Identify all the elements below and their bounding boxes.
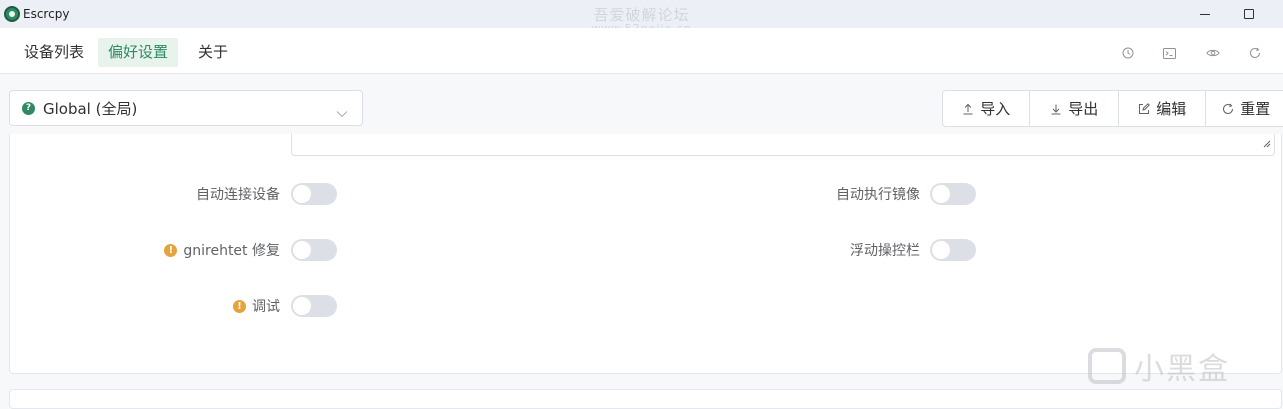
setting-label: 自动执行镜像	[836, 187, 920, 203]
app-logo-icon	[4, 6, 20, 22]
floating-control-bar-switch[interactable]	[930, 239, 976, 261]
window-title: Escrcpy	[23, 7, 70, 21]
setting-label: 自动连接设备	[196, 187, 280, 203]
preset-actions: 导入 导出 编辑 重置	[942, 90, 1283, 127]
warning-icon[interactable]: !	[233, 299, 246, 313]
maximize-button[interactable]	[1226, 0, 1272, 28]
tab-preferences[interactable]: 偏好设置	[98, 38, 179, 67]
reset-label: 重置	[1240, 100, 1271, 118]
eye-icon[interactable]	[1206, 46, 1220, 60]
reset-button[interactable]: 重置	[1206, 91, 1283, 126]
preset-select[interactable]: ? Global (全局)	[9, 90, 363, 126]
import-label: 导入	[980, 100, 1011, 118]
brand-watermark: 小黑盒	[1088, 346, 1230, 387]
minimize-icon	[1200, 13, 1210, 15]
export-label: 导出	[1068, 100, 1099, 118]
edit-label: 编辑	[1156, 100, 1187, 118]
setting-label: 浮动操控栏	[850, 243, 920, 259]
settings-card-next	[9, 389, 1282, 409]
warning-icon[interactable]: !	[164, 243, 178, 257]
preset-value: Global (全局)	[43, 99, 138, 118]
refresh-icon	[1222, 103, 1234, 115]
maximize-icon	[1244, 9, 1254, 19]
chevron-down-icon	[336, 103, 348, 122]
text-area[interactable]	[291, 134, 1275, 156]
terminal-icon[interactable]	[1162, 46, 1176, 60]
auto-mirror-switch[interactable]	[930, 183, 976, 205]
upload-icon	[962, 103, 974, 115]
setting-label: ! 调试	[110, 294, 280, 318]
nav-bar: 设备列表 偏好设置 关于	[0, 28, 1283, 74]
tab-device-list[interactable]: 设备列表	[14, 38, 94, 67]
title-bar: Escrcpy	[0, 0, 1283, 28]
question-icon: ?	[22, 101, 35, 115]
edit-icon	[1138, 102, 1151, 115]
debug-switch[interactable]	[291, 295, 337, 317]
gnirehtet-fix-switch[interactable]	[291, 239, 337, 261]
resize-handle-icon[interactable]	[1263, 133, 1271, 152]
export-button[interactable]: 导出	[1030, 91, 1119, 126]
import-button[interactable]: 导入	[943, 91, 1031, 126]
tab-about[interactable]: 关于	[188, 38, 238, 67]
edit-button[interactable]: 编辑	[1119, 91, 1207, 126]
download-icon	[1050, 103, 1062, 115]
auto-connect-switch[interactable]	[291, 183, 337, 205]
settings-card: 自动连接设备 ! gnirehtet 修复 ! 调试 自动执行镜像 浮动操控栏	[9, 134, 1282, 374]
minimize-button[interactable]	[1182, 0, 1228, 28]
setting-label: ! gnirehtet 修复	[110, 238, 280, 262]
history-icon[interactable]	[1121, 46, 1135, 60]
brand-logo-icon	[1088, 348, 1126, 384]
refresh-icon[interactable]	[1248, 46, 1262, 60]
